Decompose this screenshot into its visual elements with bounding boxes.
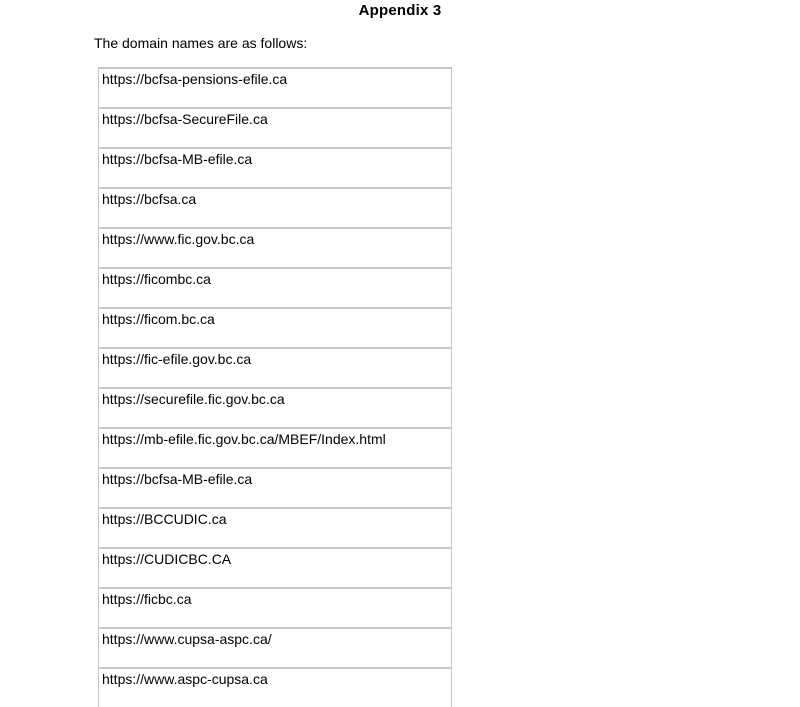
table-row: https://ficombc.ca bbox=[98, 267, 452, 309]
intro-text: The domain names are as follows: bbox=[94, 35, 308, 51]
table-row: https://CUDICBC.CA bbox=[98, 547, 452, 589]
table-row: https://bcfsa-pensions-efile.ca bbox=[98, 67, 452, 109]
domain-cell: https://BCCUDIC.ca bbox=[98, 507, 452, 549]
domain-cell: https://bcfsa-MB-efile.ca bbox=[98, 467, 452, 509]
table-row: https://bcfsa.ca bbox=[98, 187, 452, 229]
page-title: Appendix 3 bbox=[358, 2, 442, 19]
table-row: https://BCCUDIC.ca bbox=[98, 507, 452, 549]
domain-cell: https://ficbc.ca bbox=[98, 587, 452, 629]
domain-cell: https://www.aspc-cupsa.ca bbox=[98, 667, 452, 707]
domain-table: https://bcfsa-pensions-efile.ca https://… bbox=[98, 67, 452, 707]
domain-cell: https://bcfsa-MB-efile.ca bbox=[98, 147, 452, 189]
table-row: https://securefile.fic.gov.bc.ca bbox=[98, 387, 452, 429]
domain-cell: https://securefile.fic.gov.bc.ca bbox=[98, 387, 452, 429]
domain-cell: https://ficombc.ca bbox=[98, 267, 452, 309]
domain-cell: https://CUDICBC.CA bbox=[98, 547, 452, 589]
table-row: https://bcfsa-SecureFile.ca bbox=[98, 107, 452, 149]
table-row: https://www.cupsa-aspc.ca/ bbox=[98, 627, 452, 669]
table-row: https://bcfsa-MB-efile.ca bbox=[98, 467, 452, 509]
domain-cell: https://fic-efile.gov.bc.ca bbox=[98, 347, 452, 389]
table-row: https://fic-efile.gov.bc.ca bbox=[98, 347, 452, 389]
domain-cell: https://ficom.bc.ca bbox=[98, 307, 452, 349]
domain-cell: https://bcfsa-pensions-efile.ca bbox=[98, 67, 452, 109]
table-row: https://www.fic.gov.bc.ca bbox=[98, 227, 452, 269]
table-row: https://bcfsa-MB-efile.ca bbox=[98, 147, 452, 189]
domain-cell: https://bcfsa.ca bbox=[98, 187, 452, 229]
domain-cell: https://bcfsa-SecureFile.ca bbox=[98, 107, 452, 149]
table-row: https://www.aspc-cupsa.ca bbox=[98, 667, 452, 707]
domain-cell: https://www.fic.gov.bc.ca bbox=[98, 227, 452, 269]
table-row: https://ficom.bc.ca bbox=[98, 307, 452, 349]
domain-cell: https://www.cupsa-aspc.ca/ bbox=[98, 627, 452, 669]
table-row: https://mb-efile.fic.gov.bc.ca/MBEF/Inde… bbox=[98, 427, 452, 469]
table-row: https://ficbc.ca bbox=[98, 587, 452, 629]
domain-cell: https://mb-efile.fic.gov.bc.ca/MBEF/Inde… bbox=[98, 427, 452, 469]
